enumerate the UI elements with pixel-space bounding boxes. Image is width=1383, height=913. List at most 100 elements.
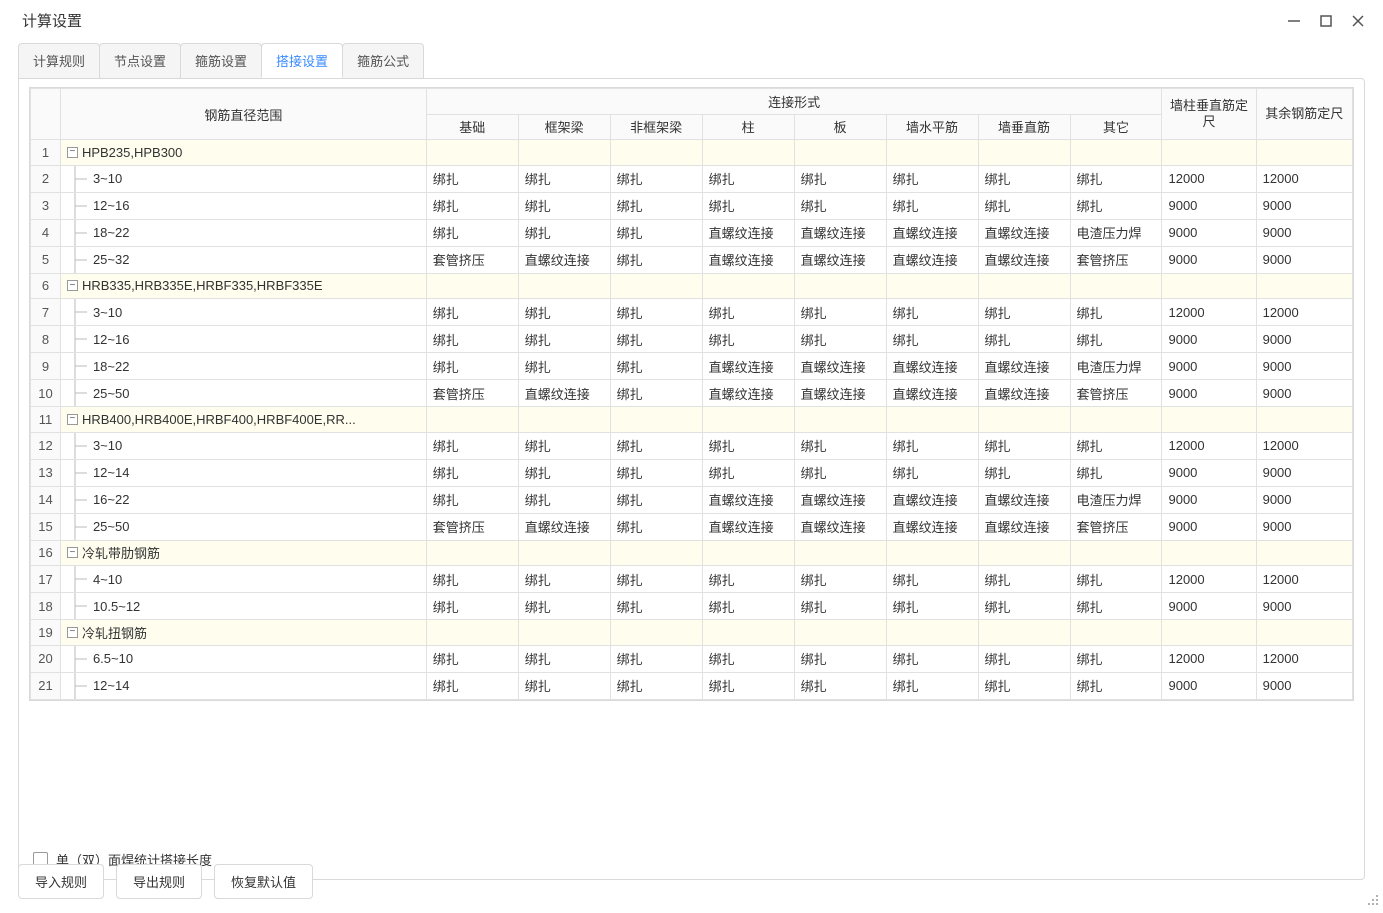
value-cell[interactable] [610,620,702,646]
value-cell[interactable]: 直螺纹连接 [794,246,886,273]
value-cell[interactable]: 直螺纹连接 [886,486,978,513]
table-row[interactable]: 1025~50套管挤压直螺纹连接绑扎直螺纹连接直螺纹连接直螺纹连接直螺纹连接套管… [31,380,1353,407]
tab-3[interactable]: 搭接设置 [261,43,343,78]
value-cell[interactable]: 直螺纹连接 [794,513,886,540]
value-cell[interactable]: 9000 [1256,672,1352,699]
value-cell[interactable]: 绑扎 [978,192,1070,219]
range-cell[interactable]: −HRB335,HRB335E,HRBF335,HRBF335E [60,273,426,299]
value-cell[interactable]: 绑扎 [702,326,794,353]
table-row[interactable]: 19−冷轧扭钢筋 [31,620,1353,646]
value-cell[interactable]: 绑扎 [610,165,702,192]
value-cell[interactable]: 12000 [1256,566,1352,593]
value-cell[interactable]: 绑扎 [426,165,518,192]
table-row[interactable]: 11−HRB400,HRB400E,HRBF400,HRBF400E,RR... [31,407,1353,433]
value-cell[interactable]: 绑扎 [794,299,886,326]
range-cell[interactable]: 3~10 [60,165,426,192]
table-row[interactable]: 1−HPB235,HPB300 [31,140,1353,166]
value-cell[interactable]: 绑扎 [886,593,978,620]
value-cell[interactable]: 绑扎 [610,513,702,540]
value-cell[interactable] [518,540,610,566]
value-cell[interactable]: 直螺纹连接 [978,486,1070,513]
col-conn-3[interactable]: 柱 [702,114,794,140]
table-row[interactable]: 525~32套管挤压直螺纹连接绑扎直螺纹连接直螺纹连接直螺纹连接直螺纹连接套管挤… [31,246,1353,273]
value-cell[interactable]: 绑扎 [518,299,610,326]
value-cell[interactable]: 直螺纹连接 [518,513,610,540]
value-cell[interactable]: 绑扎 [702,566,794,593]
value-cell[interactable] [518,140,610,166]
range-cell[interactable]: 25~32 [60,246,426,273]
table-row[interactable]: 16−冷轧带肋钢筋 [31,540,1353,566]
col-conn-0[interactable]: 基础 [426,114,518,140]
value-cell[interactable]: 直螺纹连接 [702,353,794,380]
value-cell[interactable]: 直螺纹连接 [978,246,1070,273]
value-cell[interactable]: 绑扎 [978,645,1070,672]
tab-2[interactable]: 箍筋设置 [180,43,262,78]
value-cell[interactable]: 绑扎 [794,192,886,219]
value-cell[interactable]: 绑扎 [426,219,518,246]
value-cell[interactable]: 绑扎 [426,645,518,672]
value-cell[interactable]: 绑扎 [1070,459,1162,486]
reset-button[interactable]: 恢复默认值 [214,864,313,899]
value-cell[interactable] [1256,273,1352,299]
value-cell[interactable]: 绑扎 [794,459,886,486]
value-cell[interactable]: 绑扎 [610,326,702,353]
range-cell[interactable]: −HPB235,HPB300 [60,140,426,166]
value-cell[interactable]: 绑扎 [702,165,794,192]
range-cell[interactable]: −HRB400,HRB400E,HRBF400,HRBF400E,RR... [60,407,426,433]
value-cell[interactable] [978,540,1070,566]
value-cell[interactable]: 绑扎 [702,645,794,672]
value-cell[interactable]: 绑扎 [518,165,610,192]
value-cell[interactable] [794,407,886,433]
tab-4[interactable]: 箍筋公式 [342,43,424,78]
table-row[interactable]: 1312~14绑扎绑扎绑扎绑扎绑扎绑扎绑扎绑扎90009000 [31,459,1353,486]
value-cell[interactable]: 9000 [1162,380,1256,407]
value-cell[interactable]: 9000 [1256,192,1352,219]
value-cell[interactable]: 直螺纹连接 [978,513,1070,540]
value-cell[interactable] [1256,407,1352,433]
value-cell[interactable] [702,620,794,646]
value-cell[interactable]: 直螺纹连接 [794,486,886,513]
value-cell[interactable]: 直螺纹连接 [794,353,886,380]
resize-grip[interactable] [1367,894,1379,909]
value-cell[interactable]: 绑扎 [1070,593,1162,620]
range-cell[interactable]: 10.5~12 [60,593,426,620]
value-cell[interactable]: 绑扎 [426,459,518,486]
table-row[interactable]: 812~16绑扎绑扎绑扎绑扎绑扎绑扎绑扎绑扎90009000 [31,326,1353,353]
table-row[interactable]: 1810.5~12绑扎绑扎绑扎绑扎绑扎绑扎绑扎绑扎90009000 [31,593,1353,620]
value-cell[interactable]: 套管挤压 [1070,380,1162,407]
col-conn-4[interactable]: 板 [794,114,886,140]
range-cell[interactable]: 4~10 [60,566,426,593]
value-cell[interactable]: 绑扎 [1070,672,1162,699]
range-cell[interactable]: 6.5~10 [60,645,426,672]
tab-0[interactable]: 计算规则 [18,43,100,78]
range-cell[interactable]: 12~14 [60,459,426,486]
value-cell[interactable]: 绑扎 [702,593,794,620]
value-cell[interactable]: 绑扎 [702,299,794,326]
range-cell[interactable]: 12~14 [60,672,426,699]
range-cell[interactable]: 18~22 [60,353,426,380]
range-cell[interactable]: 16~22 [60,486,426,513]
value-cell[interactable]: 9000 [1256,513,1352,540]
value-cell[interactable]: 绑扎 [978,672,1070,699]
table-row[interactable]: 6−HRB335,HRB335E,HRBF335,HRBF335E [31,273,1353,299]
table-row[interactable]: 1525~50套管挤压直螺纹连接绑扎直螺纹连接直螺纹连接直螺纹连接直螺纹连接套管… [31,513,1353,540]
value-cell[interactable]: 9000 [1256,353,1352,380]
table-row[interactable]: 174~10绑扎绑扎绑扎绑扎绑扎绑扎绑扎绑扎1200012000 [31,566,1353,593]
value-cell[interactable]: 绑扎 [610,672,702,699]
value-cell[interactable]: 12000 [1162,645,1256,672]
value-cell[interactable]: 绑扎 [794,645,886,672]
value-cell[interactable] [702,540,794,566]
value-cell[interactable]: 9000 [1256,486,1352,513]
minimize-button[interactable] [1287,14,1301,28]
range-cell[interactable]: 18~22 [60,219,426,246]
value-cell[interactable]: 套管挤压 [426,513,518,540]
value-cell[interactable]: 绑扎 [518,486,610,513]
value-cell[interactable]: 12000 [1256,645,1352,672]
value-cell[interactable] [978,140,1070,166]
value-cell[interactable]: 绑扎 [1070,566,1162,593]
value-cell[interactable]: 9000 [1162,486,1256,513]
value-cell[interactable]: 绑扎 [886,432,978,459]
value-cell[interactable] [610,140,702,166]
value-cell[interactable] [1162,273,1256,299]
value-cell[interactable] [1162,407,1256,433]
